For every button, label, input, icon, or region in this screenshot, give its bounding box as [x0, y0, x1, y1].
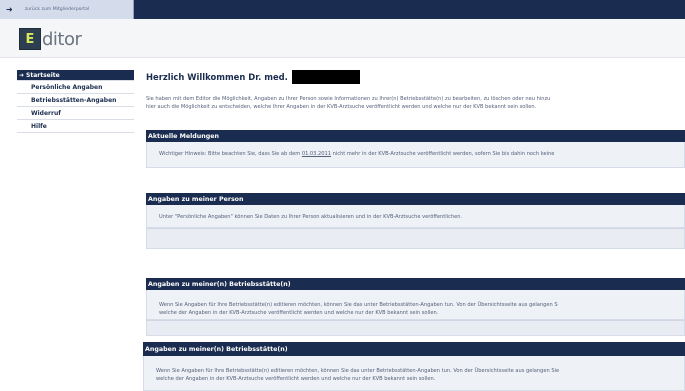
notice-text-after: nicht mehr in der KVB-Arztsuche veröffen… — [331, 151, 555, 157]
sidebar-item-label: Betriebsstätten-Angaben — [31, 97, 117, 104]
editor-logo[interactable]: E ditor — [19, 28, 82, 50]
logo-letter: E — [25, 31, 35, 47]
intro-line-2: hier auch die Möglichkeit zu entscheiden… — [146, 104, 537, 110]
sidebar-item-label: Hilfe — [31, 123, 47, 130]
sidebar-item-label: Startseite — [26, 71, 60, 79]
sidebar-item-label: Persönliche Angaben — [31, 84, 103, 91]
panel-title: Angaben zu meiner(n) Betriebsstätte(n) — [143, 342, 685, 356]
intro-line-1: Sie haben mit dem Editor die Möglichkeit… — [146, 96, 551, 102]
sidebar-item-widerruf[interactable]: Widerruf — [17, 108, 134, 120]
panel-body: Wichtiger Hinweis: Bitte beachten Sie, d… — [146, 142, 685, 168]
panel-body: Wenn Sie Angaben für Ihre Betriebsstätte… — [146, 290, 685, 320]
sidebar-item-persoenliche-angaben[interactable]: Persönliche Angaben — [17, 82, 134, 94]
redacted-name — [291, 70, 360, 84]
panel-angaben-person: Angaben zu meiner Person Unter "Persönli… — [146, 193, 685, 249]
welcome-text: Herzlich Willkommen Dr. med. — [146, 72, 288, 82]
panel-aktuelle-meldungen: Aktuelle Meldungen Wichtiger Hinweis: Bi… — [146, 130, 685, 168]
panel-angaben-betriebsstaette-2: Angaben zu meiner(n) Betriebsstätte(n) W… — [143, 342, 685, 391]
panel-title: Aktuelle Meldungen — [146, 130, 685, 142]
panel-angaben-betriebsstaette: Angaben zu meiner(n) Betriebsstätte(n) W… — [146, 278, 685, 336]
app-header: E ditor — [0, 19, 685, 58]
panel-text: Unter "Persönliche Angaben" können Sie D… — [159, 214, 463, 220]
panel-footer — [146, 320, 685, 336]
back-to-portal-link[interactable]: ➜ zurück zum Mitgliederportal — [0, 0, 134, 19]
panel-title: Angaben zu meiner(n) Betriebsstätte(n) — [146, 278, 685, 290]
panel-text-line-2: welche der Angaben in der KVB-Arztsuche … — [156, 376, 436, 382]
panel-title: Angaben zu meiner Person — [146, 193, 685, 205]
logo-box: E — [19, 28, 41, 50]
sidebar-item-label: Widerruf — [31, 110, 61, 117]
logo-text: ditor — [42, 28, 82, 50]
welcome-heading: Herzlich Willkommen Dr. med. — [146, 70, 360, 84]
arrow-right-icon: ➜ — [19, 71, 25, 79]
panel-text-line-1: Wenn Sie Angaben für Ihre Betriebsstätte… — [159, 302, 558, 308]
arrow-right-icon: ➜ — [6, 5, 13, 14]
intro-text: Sie haben mit dem Editor die Möglichkeit… — [146, 95, 685, 111]
top-bar: ➜ zurück zum Mitgliederportal — [0, 0, 685, 19]
panel-body: Unter "Persönliche Angaben" können Sie D… — [146, 205, 685, 228]
back-link-label: zurück zum Mitgliederportal — [24, 7, 90, 12]
panel-text-line-1: Wenn Sie Angaben für Ihre Betriebsstätte… — [156, 368, 560, 374]
sidebar-item-betriebsstaetten-angaben[interactable]: Betriebsstätten-Angaben — [17, 95, 134, 107]
notice-date: 01.03.2011 — [301, 151, 331, 157]
sidebar-nav: ➜ Startseite Persönliche Angaben Betrieb… — [17, 70, 134, 134]
panel-body: Wenn Sie Angaben für Ihre Betriebsstätte… — [143, 356, 685, 391]
notice-text-before: Wichtiger Hinweis: Bitte beachten Sie, d… — [159, 151, 302, 157]
panel-footer — [146, 228, 685, 249]
panel-text-line-2: welche der Angaben in der KVB-Arztsuche … — [159, 310, 439, 316]
sidebar-item-startseite[interactable]: ➜ Startseite — [17, 70, 134, 81]
sidebar-item-hilfe[interactable]: Hilfe — [17, 121, 134, 133]
